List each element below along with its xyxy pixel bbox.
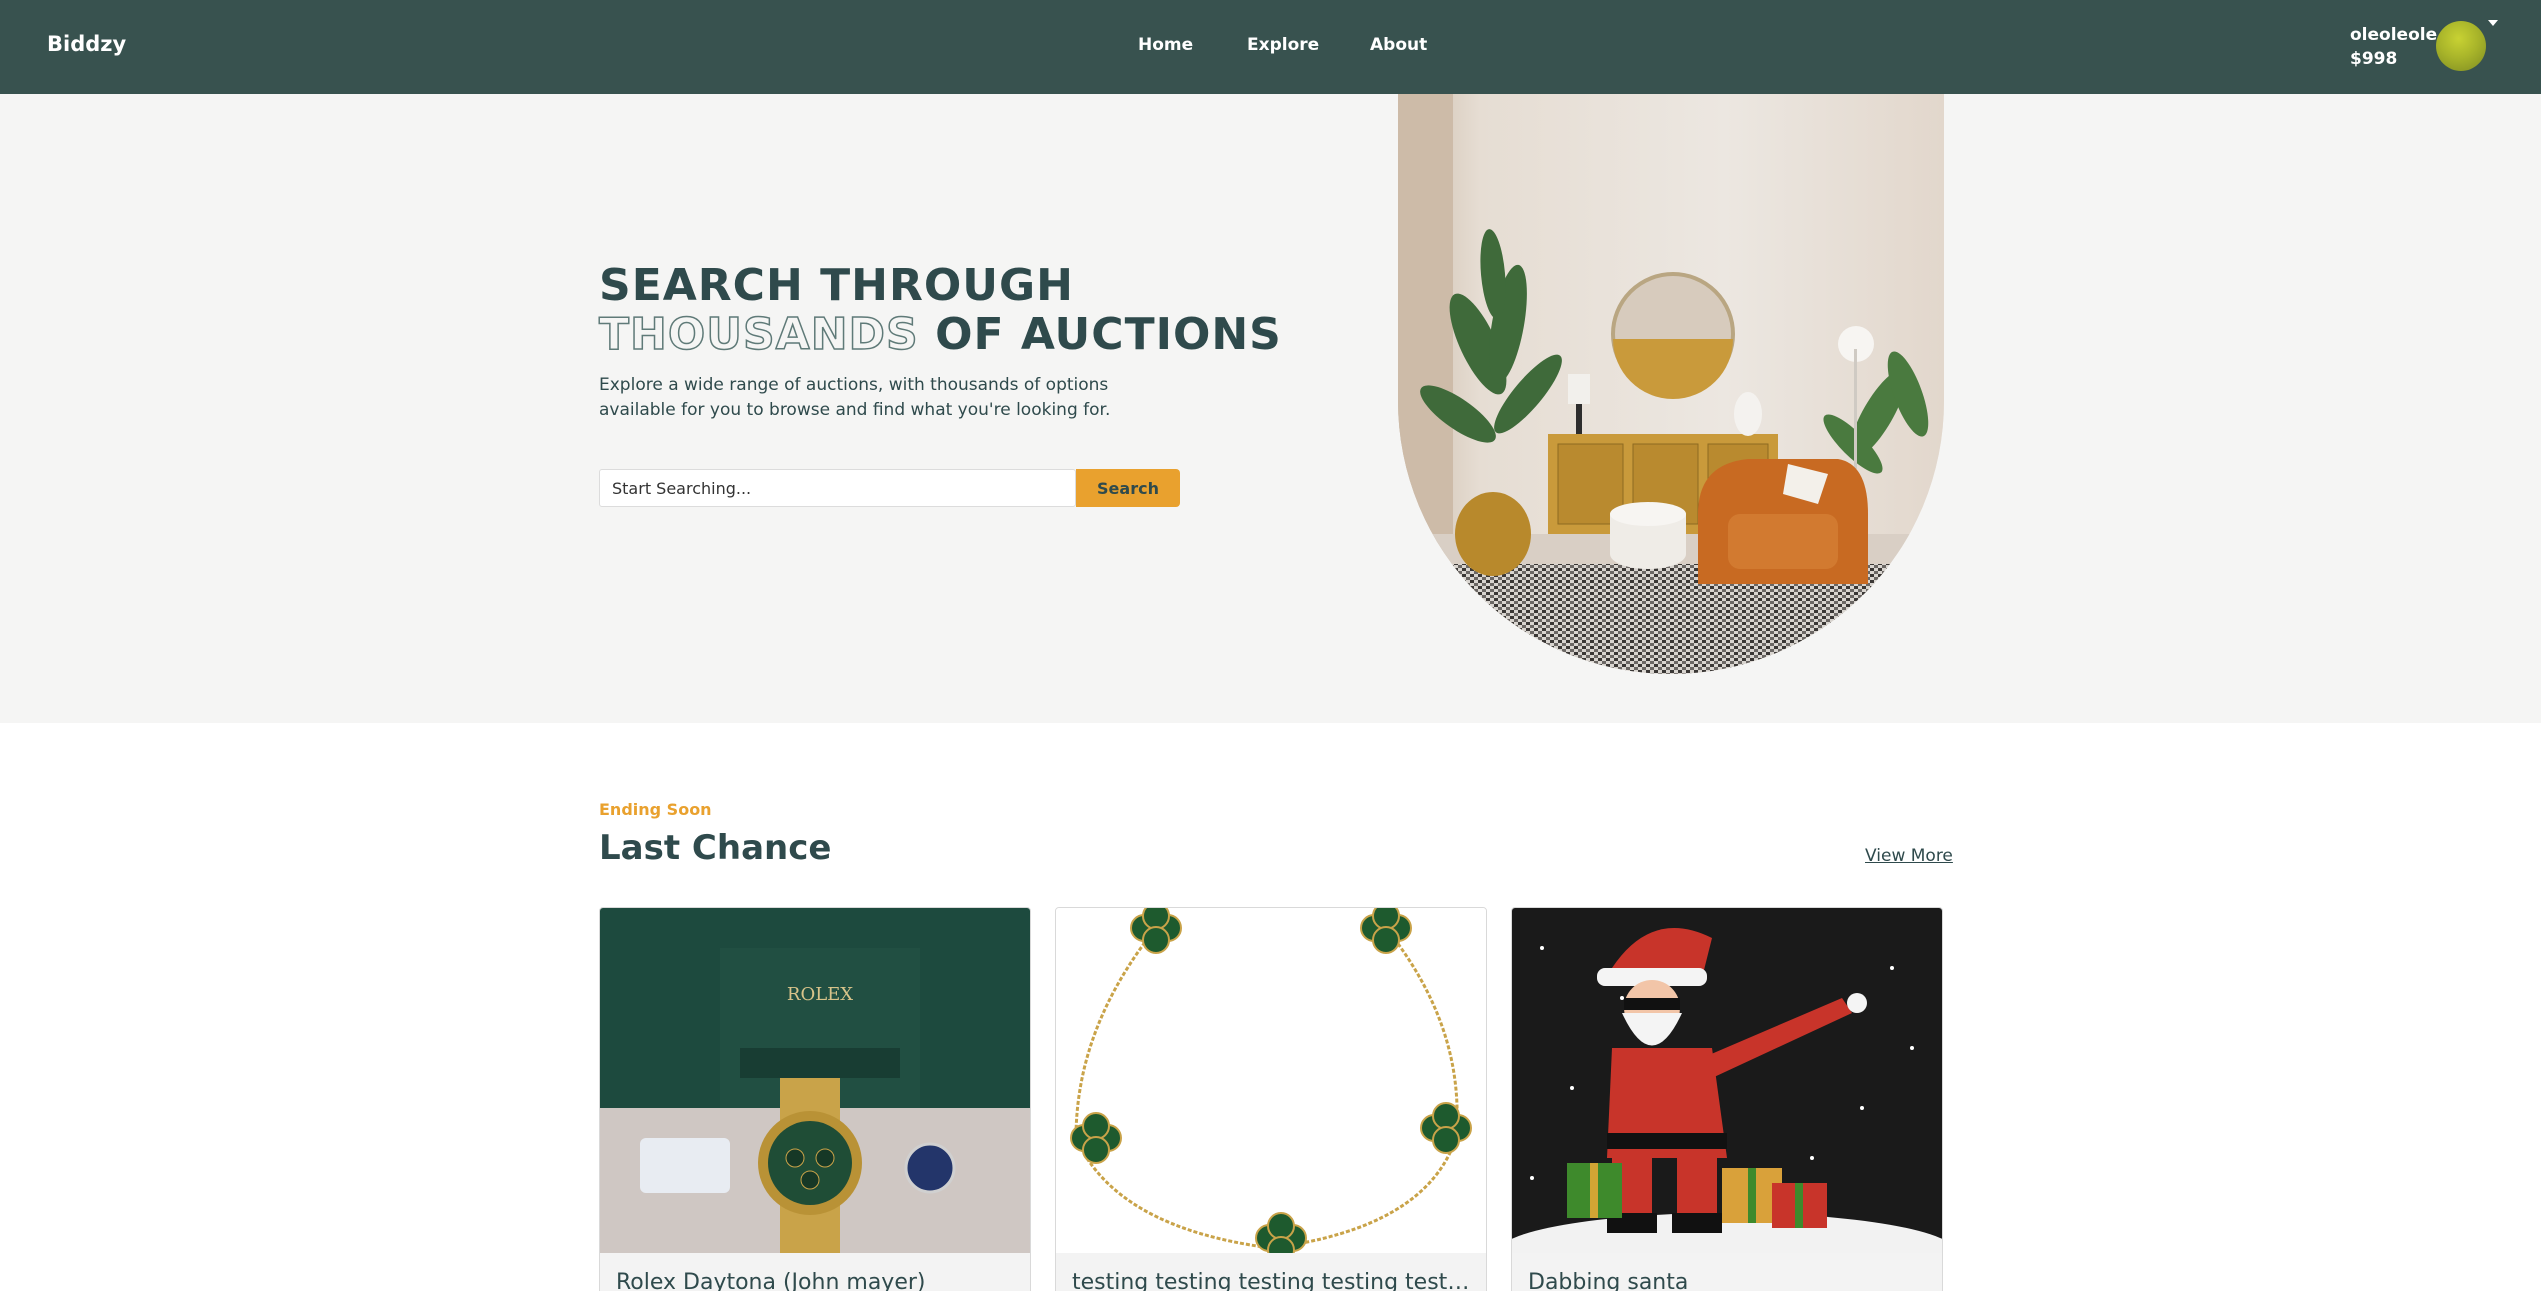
card-title: Rolex Daytona (John mayer) [616, 1270, 926, 1291]
auction-card[interactable]: ROLEX Rolex Daytona (John mayer) [599, 907, 1031, 1291]
svg-text:ROLEX: ROLEX [787, 984, 853, 1005]
section-title: Last Chance [599, 828, 832, 868]
username: oleoleole [2350, 25, 2438, 45]
view-more-link[interactable]: View More [1865, 846, 1953, 866]
section-kicker: Ending Soon [599, 800, 712, 819]
hero-section [0, 94, 2541, 723]
hero-description: Explore a wide range of auctions, with t… [599, 375, 1111, 420]
dabbing-santa-image [1512, 908, 1942, 1253]
avatar[interactable] [2436, 21, 2486, 71]
nav-about-link[interactable]: About [1370, 35, 1427, 55]
search-input[interactable] [599, 469, 1076, 507]
brand-logo[interactable]: Biddzy [47, 32, 126, 56]
navbar: Biddzy Home Explore About oleoleole $998 [0, 0, 2541, 94]
chevron-down-icon[interactable] [2488, 20, 2498, 26]
hero-title-line2: OF AUCTIONS [918, 309, 1282, 360]
search-button[interactable]: Search [1076, 469, 1180, 507]
living-room-illustration [1398, 94, 1944, 674]
auction-card[interactable]: testing testing testing testing testing … [1055, 907, 1487, 1291]
user-info: oleoleole $998 [2350, 23, 2437, 71]
hero-title-outline: THOUSANDS [598, 309, 919, 360]
nav-explore-link[interactable]: Explore [1247, 35, 1319, 55]
green-clover-bracelet-image [1056, 908, 1486, 1253]
balance: $998 [2350, 49, 2398, 69]
card-title: testing testing testing testing testing … [1072, 1270, 1472, 1291]
hero-living-room-image [1398, 94, 1944, 674]
nav-home-link[interactable]: Home [1138, 35, 1193, 55]
rolex-watch-image: ROLEX [600, 908, 1030, 1253]
auction-card[interactable]: Dabbing santa [1511, 907, 1943, 1291]
card-title: Dabbing santa [1528, 1270, 1689, 1291]
hero-title: SEARCH THROUGH THOUSANDS OF AUCTIONS [598, 260, 1282, 360]
hero-title-line1: SEARCH THROUGH [599, 260, 1074, 311]
